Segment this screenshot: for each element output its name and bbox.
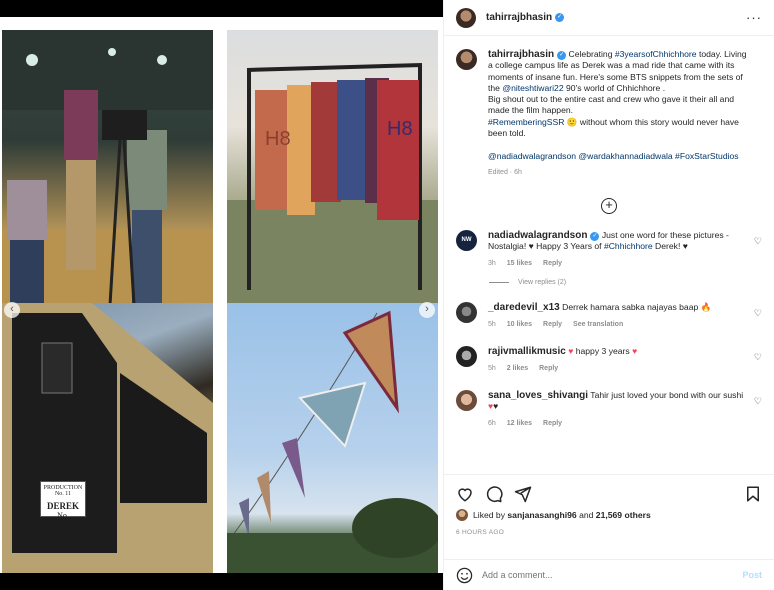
share-icon[interactable] xyxy=(514,485,532,503)
verified-icon: ✓ xyxy=(590,232,600,242)
comment-time: 5h xyxy=(488,365,496,373)
carousel-prev-button[interactable]: ‹ xyxy=(4,302,20,318)
more-icon[interactable]: ··· xyxy=(746,10,762,25)
comment: _daredevil_x13 Derrek hamara sabka najay… xyxy=(456,302,762,330)
hashtag-link[interactable]: #3yearsofChhichhore xyxy=(615,49,697,59)
liked-count[interactable]: 21,569 others xyxy=(596,510,651,520)
post-button[interactable]: Post xyxy=(742,570,762,580)
comment-text: Derek! ♥ xyxy=(652,241,688,252)
caption-text: Celebrating xyxy=(568,49,615,59)
reply-button[interactable]: Reply xyxy=(543,260,562,267)
sheet-top: PRODUCTION No. 11 xyxy=(43,485,83,497)
sheet-sub: No. xyxy=(57,511,69,520)
see-translation-button[interactable]: See translation xyxy=(573,321,623,328)
caption-username[interactable]: tahirrajbhasin xyxy=(488,49,554,60)
avatar[interactable] xyxy=(456,509,468,521)
caption: tahirrajbhasin ✓ Celebrating #3yearsofChh… xyxy=(456,49,762,178)
reply-button[interactable]: Reply xyxy=(543,420,562,427)
save-icon[interactable] xyxy=(744,485,762,503)
comment: sana_loves_shivangi Tahir just loved you… xyxy=(456,390,762,429)
avatar[interactable] xyxy=(456,49,477,70)
heart-icon[interactable]: ♡ xyxy=(754,236,762,247)
red-heart-icon: ♥ xyxy=(568,346,574,357)
comment-likes[interactable]: 10 likes xyxy=(507,321,532,328)
hashtag-link[interactable]: #RememberingSSR xyxy=(488,117,564,127)
comment: rajivmallikmusic ♥ happy 3 years ♥ 5h 2 … xyxy=(456,346,762,374)
comment-likes[interactable]: 12 likes xyxy=(507,420,532,427)
comment: NW nadiadwalagrandson ✓ Just one word for… xyxy=(456,230,762,269)
avatar[interactable] xyxy=(456,390,477,412)
comment-likes[interactable]: 2 likes xyxy=(507,365,528,372)
media-grid: H8 H8 PRODUCTION No. 11 DEREK No. ‹ › xyxy=(0,17,443,573)
liked-user[interactable]: sanjanasanghi96 xyxy=(507,510,576,520)
view-replies[interactable]: View replies (2) xyxy=(489,279,762,286)
liked-by: Liked by sanjanasanghi96 and 21,569 othe… xyxy=(456,509,762,521)
comments-scroll[interactable]: tahirrajbhasin ✓ Celebrating #3yearsofChh… xyxy=(444,37,774,474)
avatar[interactable] xyxy=(456,7,476,28)
comment-likes[interactable]: 15 likes xyxy=(507,260,532,267)
photo-camera-crew xyxy=(2,30,213,305)
comment-input[interactable] xyxy=(482,570,743,580)
red-heart-icon: ♥ xyxy=(632,346,638,357)
carousel-next-button[interactable]: › xyxy=(419,302,435,318)
reply-button[interactable]: Reply xyxy=(539,365,558,372)
heart-icon[interactable] xyxy=(456,485,474,503)
production-sheet: PRODUCTION No. 11 DEREK No. xyxy=(40,481,86,520)
comment-time: 3h xyxy=(488,260,496,268)
post-timestamp: 6 HOURS AGO xyxy=(456,529,505,536)
svg-text:H8: H8 xyxy=(387,118,413,140)
post-panel: tahirrajbhasin ✓ ··· tahirrajbhasin ✓ Cel… xyxy=(443,0,774,590)
photo-jersey-rack: H8 H8 xyxy=(227,30,438,305)
comment-text: Derrek hamara sabka najayas baap 🔥 xyxy=(562,302,712,313)
edited-timestamp: Edited · 6h xyxy=(488,168,522,176)
comment-username[interactable]: rajivmallikmusic xyxy=(488,346,566,357)
liked-and: and xyxy=(579,510,594,520)
heart-icon[interactable]: ♡ xyxy=(754,352,762,363)
caption-text: Big shout out to the entire cast and cre… xyxy=(488,94,735,116)
header-username[interactable]: tahirrajbhasin xyxy=(486,12,552,23)
comment-icon[interactable] xyxy=(485,485,503,503)
comment-username[interactable]: _daredevil_x13 xyxy=(488,302,560,313)
verified-icon: ✓ xyxy=(557,51,567,60)
view-replies-label[interactable]: View replies (2) xyxy=(518,279,566,286)
caption-text: 90's world of Chhichhore . xyxy=(563,82,666,93)
svg-text:H8: H8 xyxy=(265,128,291,150)
photo-bus xyxy=(2,303,213,573)
emoji-icon[interactable] xyxy=(456,567,473,584)
comment-username[interactable]: nadiadwalagrandson xyxy=(488,230,587,241)
avatar[interactable] xyxy=(456,302,477,324)
black-heart-icon: ♥ xyxy=(493,401,499,412)
comment-username[interactable]: sana_loves_shivangi xyxy=(488,390,588,401)
hashtag-link[interactable]: #Chhichhore xyxy=(604,241,653,251)
verified-icon: ✓ xyxy=(555,13,565,22)
heart-icon[interactable]: ♡ xyxy=(754,396,762,407)
avatar[interactable]: NW xyxy=(456,230,477,252)
comment-text: happy 3 years xyxy=(575,346,630,357)
action-bar: Liked by sanjanasanghi96 and 21,569 othe… xyxy=(444,474,774,564)
reply-button[interactable]: Reply xyxy=(543,321,562,328)
photo-bunting-flags xyxy=(227,303,438,573)
post-header: tahirrajbhasin ✓ ··· xyxy=(444,0,774,36)
plus-circle-icon[interactable]: + xyxy=(601,198,617,215)
sheet-name: DEREK xyxy=(46,501,79,511)
add-comment-bar: Post xyxy=(444,559,774,590)
heart-icon[interactable]: ♡ xyxy=(754,308,762,319)
emoji: 🙂 xyxy=(566,116,578,127)
comment-time: 6h xyxy=(488,420,496,428)
comment-text: Tahir just loved your bond with our sush… xyxy=(590,390,744,401)
replies-divider xyxy=(489,282,509,284)
comment-time: 5h xyxy=(488,321,496,329)
mentions-line[interactable]: @nadiadwalagrandson @wardakhannadiadwala… xyxy=(488,151,739,161)
mention-link[interactable]: @niteshtiwari22 xyxy=(502,83,563,93)
liked-prefix: Liked by xyxy=(473,510,506,520)
avatar[interactable] xyxy=(456,346,477,368)
